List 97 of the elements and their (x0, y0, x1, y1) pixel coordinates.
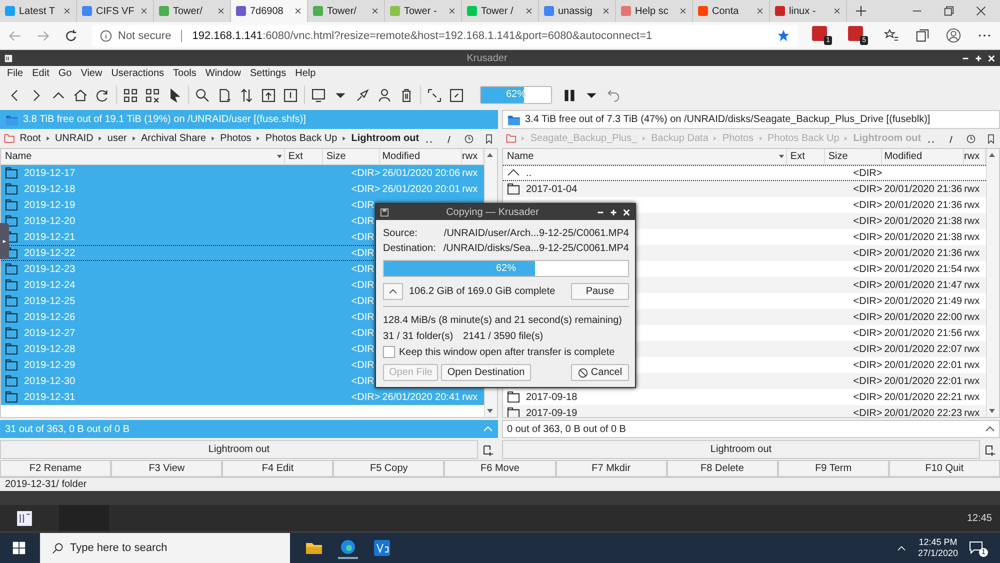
file-name: 2019-12-24 (24, 280, 76, 291)
disk-space-bar: 3.4 TiB free out of 7.3 TiB (47%) on /UNRAID/disks/Seagate_Backup_Plus_Drive [(fuseblk)] (502, 110, 1000, 130)
file-name: 2019-12-23 (24, 264, 76, 275)
file-name: 2019-12-31 (24, 392, 76, 403)
file-name: .. (526, 168, 532, 179)
file-permissions: rwx (964, 248, 980, 259)
file-permissions: rwx (964, 408, 980, 418)
file-name: 2019-12-18 (24, 184, 76, 195)
status-bar: 0 out of 363, 0 B out of 0 B (502, 420, 1000, 438)
file-size: <DIR (351, 248, 374, 259)
file-date: 20/01/2020 21:54 (884, 264, 962, 275)
file-permissions: rwx (964, 200, 980, 211)
file-permissions: rwx (964, 344, 980, 355)
file-permissions: rwx (964, 280, 980, 291)
file-size: <DIR (351, 232, 374, 243)
file-size: <DIR> (351, 168, 380, 179)
file-name: 2019-12-17 (24, 168, 76, 179)
file-size: <DIR> (351, 184, 380, 195)
disk-space-bar: 3.8 TiB free out of 19.1 TiB (19%) on /UNRAID/user [(fuse.shfs)] (0, 110, 498, 130)
file-name: 2017-09-18 (526, 392, 578, 403)
file-name: 2019-12-26 (24, 312, 76, 323)
file-date: 26/01/2020 20:06 (382, 168, 460, 179)
file-size: <DIR> (853, 200, 882, 211)
file-permissions: rwx (964, 360, 980, 371)
file-size: <DIR> (853, 408, 882, 418)
file-name: 2019-12-27 (24, 328, 76, 339)
file-size: <DIR> (853, 328, 882, 339)
file-permissions: rwx (964, 296, 980, 307)
file-date: 20/01/2020 21:38 (884, 232, 962, 243)
window-title-bar: Krusader (0, 52, 1000, 66)
file-date: 20/01/2020 21:47 (884, 280, 962, 291)
file-size: <DIR (351, 200, 374, 211)
file-size: <DIR (351, 264, 374, 275)
file-name: 2019-12-25 (24, 296, 76, 307)
file-size: <DIR (351, 216, 374, 227)
file-size: <DIR (351, 376, 374, 387)
file-name: 2019-12-28 (24, 344, 76, 355)
status-bar: 31 out of 363, 0 B out of 0 B (0, 420, 498, 438)
file-date: 20/01/2020 22:01 (884, 360, 962, 371)
file-name: 2017-09-19 (526, 408, 578, 418)
file-permissions: rwx (462, 392, 478, 403)
file-size: <DIR> (853, 168, 882, 179)
file-size: <DIR> (853, 312, 882, 323)
file-permissions: rwx (462, 184, 478, 195)
file-size: <DIR> (853, 296, 882, 307)
file-date: 20/01/2020 22:21 (884, 392, 962, 403)
file-permissions: rwx (964, 232, 980, 243)
file-size: <DIR> (351, 392, 380, 403)
file-size: <DIR (351, 296, 374, 307)
file-size: <DIR> (853, 216, 882, 227)
file-permissions: rwx (462, 168, 478, 179)
file-date: 20/01/2020 21:36 (884, 184, 962, 195)
file-permissions: rwx (964, 216, 980, 227)
file-date: 20/01/2020 21:36 (884, 248, 962, 259)
file-date: 20/01/2020 22:07 (884, 344, 962, 355)
file-permissions: rwx (964, 392, 980, 403)
file-date: 20/01/2020 22:00 (884, 312, 962, 323)
file-name: 2019-12-21 (24, 232, 76, 243)
file-name: 2017-01-04 (526, 184, 578, 195)
file-permissions: rwx (964, 264, 980, 275)
file-name: 2019-12-22 (24, 248, 76, 259)
file-size: <DIR> (853, 360, 882, 371)
source-label: Source: (383, 228, 418, 239)
file-name: 2019-12-19 (24, 200, 76, 211)
file-permissions: rwx (964, 312, 980, 323)
file-date: 20/01/2020 21:38 (884, 216, 962, 227)
folder-count: 31 / 31 folder(s) (383, 330, 454, 342)
file-size: <DIR> (853, 264, 882, 275)
file-size: <DIR> (853, 184, 882, 195)
file-date: 20/01/2020 22:01 (884, 376, 962, 387)
destination-label: Destination: (383, 243, 437, 254)
progress-bar: 62% (383, 260, 629, 277)
file-size: <DIR (351, 344, 374, 355)
file-name: 2019-12-29 (24, 360, 76, 371)
dialog-title-bar: Copying — Krusader (376, 204, 635, 220)
file-date: 26/01/2020 20:41 (382, 392, 460, 403)
file-size: <DIR (351, 312, 374, 323)
file-permissions: rwx (964, 328, 980, 339)
file-date: 26/01/2020 20:01 (382, 184, 460, 195)
file-name: 2019-12-20 (24, 216, 76, 227)
file-date: 20/01/2020 21:49 (884, 296, 962, 307)
file-size: <DIR (351, 280, 374, 291)
file-date: 20/01/2020 21:56 (884, 328, 962, 339)
file-size: <DIR> (853, 232, 882, 243)
file-size: <DIR (351, 360, 374, 371)
file-date: 20/01/2020 22:23 (884, 408, 962, 418)
file-size: <DIR> (853, 280, 882, 291)
file-permissions: rwx (964, 184, 980, 195)
file-size: <DIR> (853, 392, 882, 403)
file-size: <DIR (351, 328, 374, 339)
file-permissions: rwx (964, 376, 980, 387)
file-size: <DIR> (853, 376, 882, 387)
clock: 12:45 (966, 512, 993, 524)
file-size: <DIR> (853, 248, 882, 259)
file-date: 20/01/2020 21:36 (884, 200, 962, 211)
file-size: <DIR> (853, 344, 882, 355)
file-name: 2019-12-30 (24, 376, 76, 387)
